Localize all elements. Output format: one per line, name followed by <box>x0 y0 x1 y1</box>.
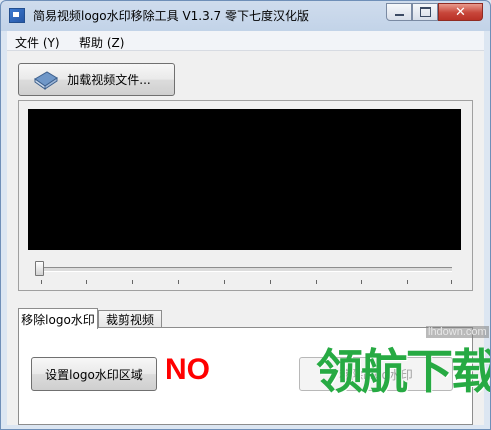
tab-crop-video[interactable]: 裁剪视频 <box>98 310 162 328</box>
seek-slider-track[interactable] <box>39 267 452 272</box>
slider-tick <box>407 280 408 284</box>
menu-help[interactable]: 帮助 (Z) <box>79 34 124 51</box>
load-video-label: 加载视频文件... <box>67 73 151 87</box>
slider-tick <box>224 280 225 284</box>
app-icon <box>9 8 25 23</box>
book-icon <box>34 71 58 90</box>
menu-file[interactable]: 文件 (Y) <box>15 34 60 51</box>
title-bar[interactable]: 简易视频logo水印移除工具 V1.3.7 零下七度汉化版 ✕ <box>1 1 490 30</box>
slider-tick <box>361 280 362 284</box>
slider-tick <box>86 280 87 284</box>
slider-tick <box>316 280 317 284</box>
slider-tick <box>41 280 42 284</box>
app-window: 简易视频logo水印移除工具 V1.3.7 零下七度汉化版 ✕ 文件 (Y) 帮… <box>0 0 491 430</box>
watermark-logo: 领航下载 <box>316 345 491 400</box>
set-logo-region-button[interactable]: 设置logo水印区域 <box>31 357 157 391</box>
load-video-button[interactable]: 加载视频文件... <box>18 63 175 96</box>
minimize-icon <box>394 14 404 16</box>
window-title: 简易视频logo水印移除工具 V1.3.7 零下七度汉化版 <box>33 9 310 23</box>
slider-tick <box>178 280 179 284</box>
minimize-button[interactable] <box>386 3 412 21</box>
maximize-button[interactable] <box>412 3 438 21</box>
slider-tick <box>132 280 133 284</box>
video-preview-panel <box>18 100 473 291</box>
maximize-icon <box>419 7 431 17</box>
close-button[interactable]: ✕ <box>438 3 483 21</box>
tab-remove-logo[interactable]: 移除logo水印 <box>18 308 98 329</box>
menu-bar: 文件 (Y) 帮助 (Z) <box>7 31 484 51</box>
close-icon: ✕ <box>455 4 466 20</box>
seek-slider-thumb[interactable] <box>35 261 44 276</box>
video-screen[interactable] <box>28 109 461 250</box>
region-status: NO <box>165 353 210 386</box>
slider-tick <box>270 280 271 284</box>
slider-tick <box>451 280 452 284</box>
